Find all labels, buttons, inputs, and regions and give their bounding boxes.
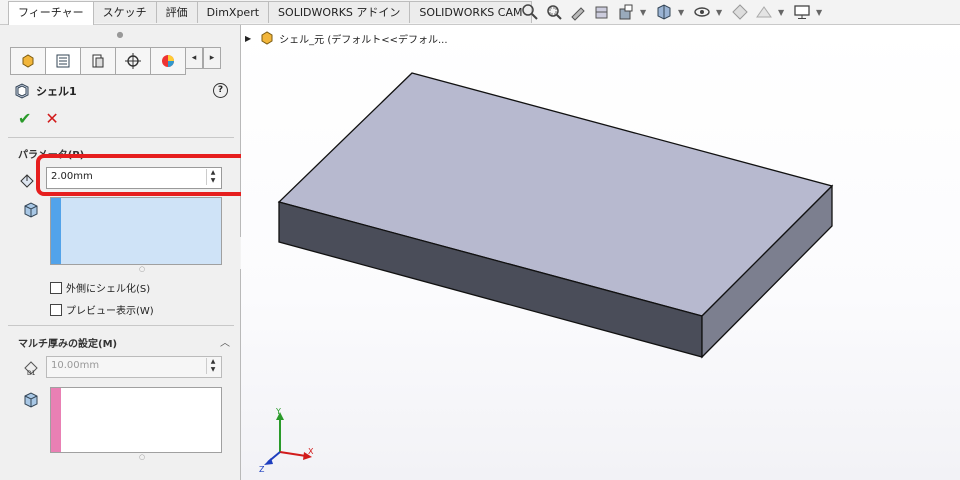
heads-up-toolbar: ▼ ▼ ▼ ▼ ▼ — [520, 3, 830, 21]
graphics-area[interactable] — [241, 25, 960, 480]
face-select-icon — [22, 391, 40, 409]
crosshair-icon — [125, 53, 141, 69]
checkbox-box[interactable] — [50, 303, 62, 316]
x-axis-line — [279, 451, 307, 457]
scroll-right-button[interactable]: ▸ — [203, 47, 221, 69]
previous-view-icon[interactable] — [568, 3, 588, 21]
multi-thickness-group-title[interactable]: マルチ厚みの設定(M) — [18, 335, 117, 350]
selection-color-bar — [51, 198, 61, 264]
hide-show-items-icon[interactable] — [692, 3, 712, 21]
tab-addins[interactable]: SOLIDWORKS アドイン — [268, 1, 411, 23]
divider — [8, 137, 234, 138]
resize-handle[interactable]: ○ — [139, 453, 145, 461]
svg-text:D1: D1 — [27, 370, 36, 377]
command-manager-tabs: フィーチャー スケッチ 評価 DimXpert SOLIDWORKS アドイン … — [8, 1, 533, 25]
show-preview-label: プレビュー表示(W) — [66, 306, 154, 317]
property-manager-panel: ● ◂ ▸ シェル1 ? ✔ ✕ パラメータ(P) ︿ 2.00mm ▲ ▼ ○… — [0, 25, 241, 480]
tab-cam[interactable]: SOLIDWORKS CAM — [409, 1, 533, 23]
panel-tabs: ◂ ▸ — [10, 47, 221, 75]
view-settings-icon[interactable] — [792, 3, 812, 21]
reference-triad: Y X Z — [259, 407, 314, 474]
section-view-icon[interactable] — [592, 3, 612, 21]
zoom-to-area-icon[interactable] — [544, 3, 564, 21]
appearance-wheel-icon — [162, 55, 174, 67]
cancel-button[interactable]: ✕ — [45, 109, 58, 128]
highlight-callout — [36, 154, 258, 196]
z-axis-label: Z — [259, 465, 265, 474]
selection-color-bar — [51, 388, 61, 452]
chevron-down-icon[interactable]: ▼ — [640, 8, 648, 17]
faces-to-remove-list[interactable] — [50, 197, 222, 265]
multi-thickness-value: 10.00mm — [51, 360, 100, 371]
thickness-icon — [18, 171, 36, 189]
ok-cancel-buttons: ✔ ✕ — [18, 109, 73, 128]
show-preview-checkbox[interactable]: プレビュー表示(W) — [50, 302, 154, 317]
scroll-left-button[interactable]: ◂ — [185, 47, 203, 69]
x-axis-label: X — [308, 447, 314, 456]
apply-scene-icon[interactable] — [754, 3, 774, 21]
multi-thickness-input[interactable]: 10.00mm ▲ ▼ — [46, 356, 222, 378]
face-select-icon — [22, 201, 40, 219]
feature-header: シェル1 ? — [14, 81, 230, 101]
feature-title: シェル1 — [36, 85, 77, 98]
shell-feature-icon — [15, 83, 29, 99]
chevron-down-icon[interactable]: ▼ — [816, 8, 824, 17]
chevron-down-icon[interactable]: ▼ — [678, 8, 686, 17]
tab-dimxpert[interactable]: DimXpert — [196, 1, 270, 23]
checkbox-box[interactable] — [50, 281, 62, 294]
expand-arrow-icon[interactable]: ▶ — [245, 34, 251, 43]
tab-sketch[interactable]: スケッチ — [92, 1, 157, 23]
property-list-icon — [56, 54, 70, 68]
configuration-manager-tab[interactable] — [80, 47, 116, 75]
zoom-to-fit-icon[interactable] — [520, 3, 540, 21]
feature-tree-flyout[interactable]: ▶ シェル_元 (デフォルト<<デフォル... — [245, 30, 448, 46]
chevron-down-icon[interactable]: ▼ — [778, 8, 786, 17]
display-manager-tab[interactable] — [150, 47, 186, 75]
edit-appearance-icon[interactable] — [730, 3, 750, 21]
tab-features[interactable]: フィーチャー — [8, 1, 94, 25]
resize-handle[interactable]: ○ — [139, 265, 145, 273]
help-icon[interactable]: ? — [213, 83, 228, 98]
shell-outward-label: 外側にシェル化(S) — [66, 284, 151, 295]
feature-manager-icon — [22, 54, 34, 68]
panel-grip[interactable]: ● — [0, 29, 240, 41]
divider — [8, 325, 234, 326]
shell-outward-checkbox[interactable]: 外側にシェル化(S) — [50, 280, 150, 295]
y-axis-label: Y — [275, 407, 281, 416]
dimxpert-manager-tab[interactable] — [115, 47, 151, 75]
command-manager-tabbar: フィーチャー スケッチ 評価 DimXpert SOLIDWORKS アドイン … — [0, 0, 960, 25]
collapse-icon[interactable]: ︿ — [220, 334, 230, 349]
multi-thickness-icon: D1 — [22, 359, 40, 377]
configuration-icon — [92, 54, 104, 68]
ok-button[interactable]: ✔ — [18, 109, 31, 128]
model-viewport[interactable] — [241, 25, 960, 480]
property-manager-tab[interactable] — [45, 47, 81, 75]
tree-part-label: シェル_元 (デフォルト<<デフォル... — [279, 34, 448, 46]
view-orientation-icon[interactable] — [654, 3, 674, 21]
dynamic-annotation-icon[interactable] — [616, 3, 636, 21]
tab-evaluate[interactable]: 評価 — [155, 1, 198, 23]
chevron-down-icon[interactable]: ▼ — [716, 8, 724, 17]
part-icon — [261, 31, 273, 45]
feature-manager-tab[interactable] — [10, 47, 46, 75]
spin-arrows[interactable]: ▲ ▼ — [206, 358, 219, 374]
multi-thickness-faces-list[interactable] — [50, 387, 222, 453]
